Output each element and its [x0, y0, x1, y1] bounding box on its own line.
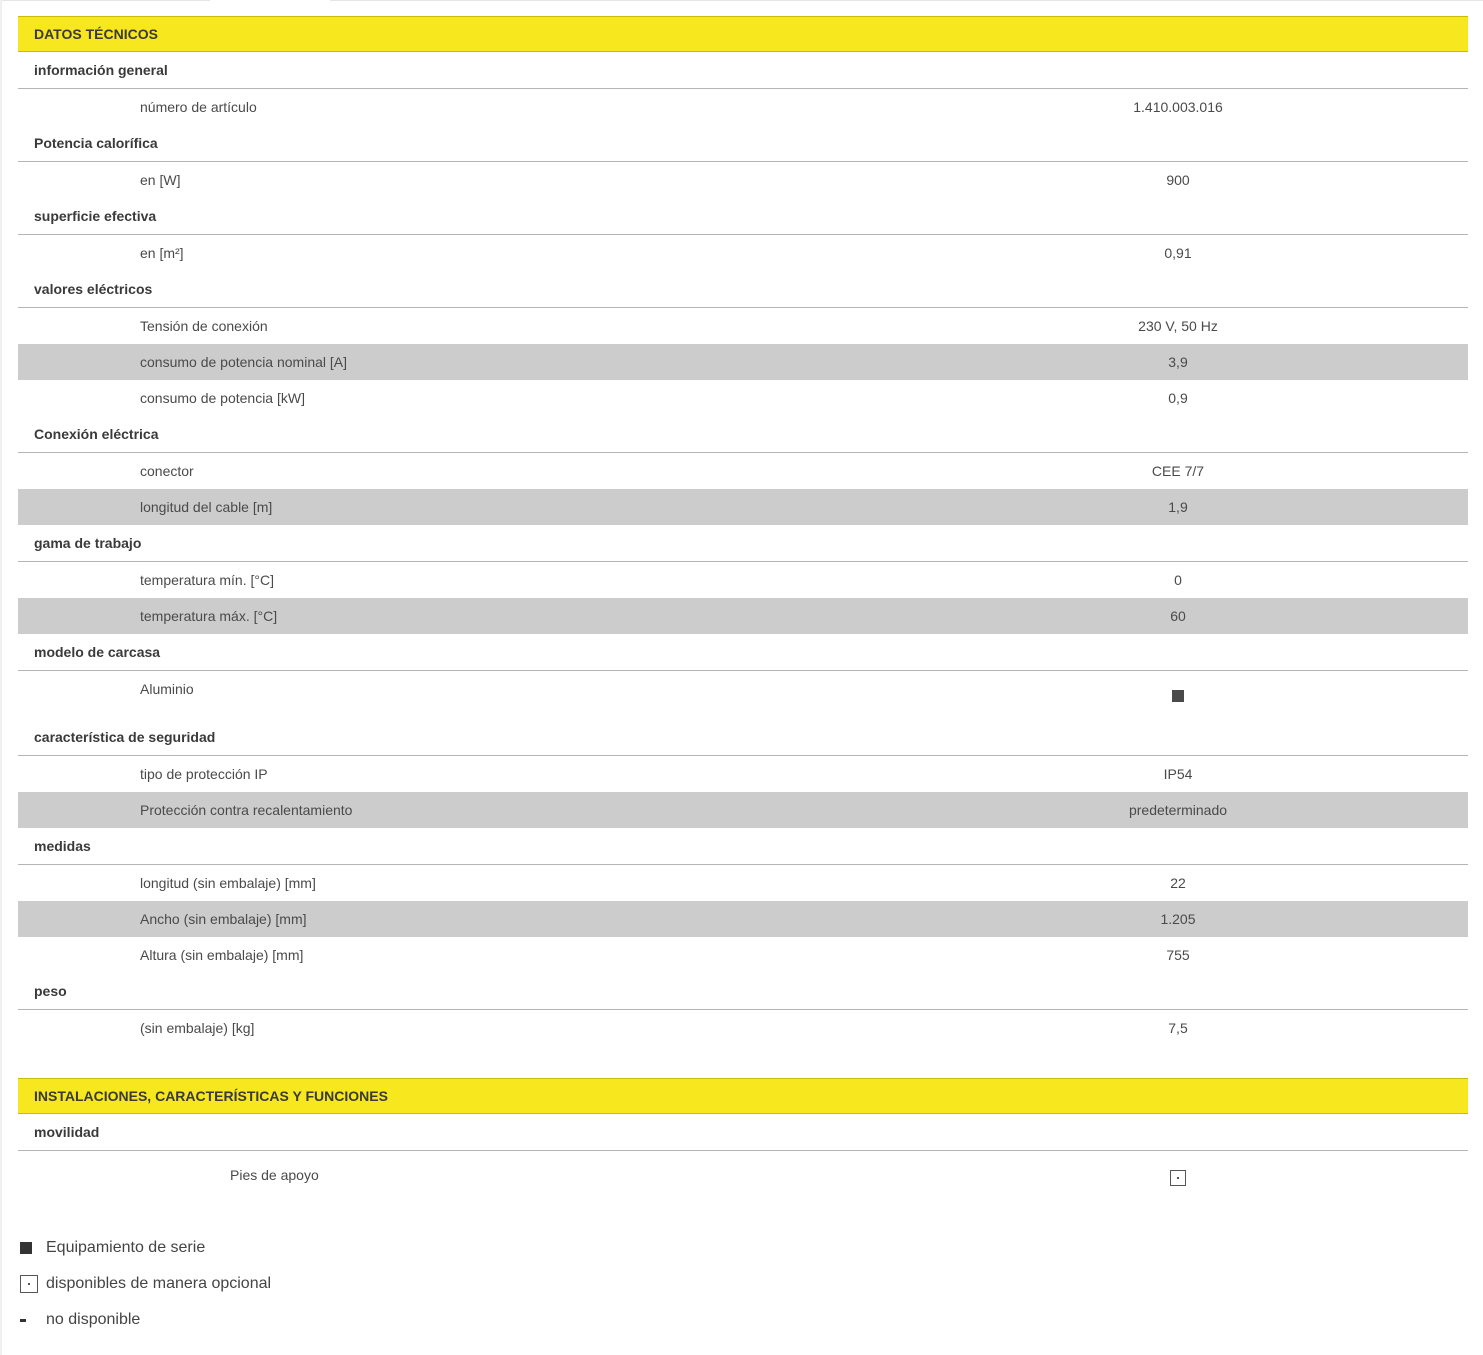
table-row: Aluminio — [18, 671, 1468, 719]
row-label: Pies de apoyo — [230, 1167, 319, 1183]
table-row: número de artículo 1.410.003.016 — [18, 89, 1468, 125]
row-value: CEE 7/7 — [1151, 463, 1205, 479]
section-title-working-range: gama de trabajo — [18, 525, 1468, 562]
section-title-general: información general — [18, 52, 1468, 89]
section-title-electrical-connection: Conexión eléctrica — [18, 416, 1468, 453]
legend-item-optional: disponibles de manera opcional — [20, 1266, 271, 1302]
section-title-mobility: movilidad — [18, 1114, 1468, 1151]
table-row: consumo de potencia [kW] 0,9 — [18, 380, 1468, 416]
row-value: 7,5 — [1168, 1020, 1188, 1036]
left-border — [0, 0, 2, 1355]
table-row: temperatura máx. [°C] 60 — [18, 598, 1468, 634]
features-header: INSTALACIONES, CARACTERÍSTICAS Y FUNCION… — [18, 1078, 1468, 1114]
table-row: (sin embalaje) [kg] 7,5 — [18, 1010, 1468, 1046]
row-label: temperatura máx. [°C] — [140, 608, 278, 624]
row-label: Ancho (sin embalaje) [mm] — [140, 911, 307, 927]
legend-item-unavailable: no disponible — [20, 1302, 271, 1338]
table-row: en [W] 900 — [18, 162, 1468, 198]
row-label: Tensión de conexión — [140, 318, 268, 334]
row-label: longitud (sin embalaje) [mm] — [140, 875, 316, 891]
legend-label: disponibles de manera opcional — [46, 1275, 272, 1292]
table-row: longitud del cable [m] 1,9 — [18, 489, 1468, 525]
row-value: 900 — [1166, 172, 1190, 188]
row-value: 3,9 — [1168, 354, 1188, 370]
row-label: Aluminio — [140, 681, 194, 697]
row-value: 1.205 — [1160, 911, 1196, 927]
row-value: 1,9 — [1168, 499, 1188, 515]
row-label: conector — [140, 463, 194, 479]
row-value — [1078, 671, 1278, 719]
section-title-dimensions: medidas — [18, 828, 1468, 865]
tech-data-header: DATOS TÉCNICOS — [18, 16, 1468, 52]
features-table: INSTALACIONES, CARACTERÍSTICAS Y FUNCION… — [18, 1078, 1468, 1201]
standard-square-icon — [20, 1242, 32, 1254]
standard-square-icon — [1172, 690, 1184, 703]
optional-square-icon — [1170, 1170, 1186, 1187]
row-label: (sin embalaje) [kg] — [140, 1020, 255, 1036]
section-title-heat-output: Potencia calorífica — [18, 125, 1468, 162]
section-title-weight: peso — [18, 973, 1468, 1010]
row-label: consumo de potencia [kW] — [140, 390, 305, 406]
row-value: 0,91 — [1164, 245, 1192, 261]
table-row: conector CEE 7/7 — [18, 453, 1468, 489]
row-label: número de artículo — [140, 99, 257, 115]
row-value: 0,9 — [1168, 390, 1188, 406]
row-label: longitud del cable [m] — [140, 499, 273, 515]
row-value: 60 — [1170, 608, 1186, 624]
row-label: Altura (sin embalaje) [mm] — [140, 947, 304, 963]
table-row: consumo de potencia nominal [A] 3,9 — [18, 344, 1468, 380]
row-value: 230 V, 50 Hz — [1138, 318, 1218, 334]
table-row: Tensión de conexión 230 V, 50 Hz — [18, 308, 1468, 344]
section-title-electrical-values: valores eléctricos — [18, 271, 1468, 308]
table-row: tipo de protección IP IP54 — [18, 756, 1468, 792]
row-value: 755 — [1166, 947, 1190, 963]
legend: Equipamiento de serie disponibles de man… — [20, 1230, 271, 1338]
table-row: Pies de apoyo — [18, 1151, 1468, 1201]
tech-data-table: DATOS TÉCNICOS información general númer… — [18, 16, 1468, 1046]
legend-label: no disponible — [46, 1311, 141, 1328]
row-label: tipo de protección IP — [140, 766, 268, 782]
row-value: 1.410.003.016 — [1133, 99, 1223, 115]
row-value: 22 — [1170, 875, 1186, 891]
section-title-effective-area: superficie efectiva — [18, 198, 1468, 235]
row-label: Protección contra recalentamiento — [140, 802, 353, 818]
row-label: consumo de potencia nominal [A] — [140, 354, 348, 370]
row-label: en [W] — [140, 172, 181, 188]
section-title-safety-feature: característica de seguridad — [18, 719, 1468, 756]
table-row: temperatura mín. [°C] 0 — [18, 562, 1468, 598]
row-value — [1078, 1151, 1278, 1203]
dash-icon — [20, 1318, 26, 1322]
table-row: Altura (sin embalaje) [mm] 755 — [18, 937, 1468, 973]
table-row: longitud (sin embalaje) [mm] 22 — [18, 865, 1468, 901]
optional-square-icon — [20, 1275, 38, 1293]
table-row: Protección contra recalentamiento predet… — [18, 792, 1468, 828]
table-row: en [m²] 0,91 — [18, 235, 1468, 271]
row-value: predeterminado — [1128, 802, 1228, 818]
row-value: IP54 — [1163, 766, 1193, 782]
row-value: 0 — [1174, 572, 1182, 588]
section-title-housing-model: modelo de carcasa — [18, 634, 1468, 671]
top-border — [0, 0, 1483, 1]
row-label: temperatura mín. [°C] — [140, 572, 274, 588]
legend-item-standard: Equipamiento de serie — [20, 1230, 271, 1266]
legend-label: Equipamiento de serie — [46, 1239, 206, 1256]
row-label: en [m²] — [140, 245, 184, 261]
table-row: Ancho (sin embalaje) [mm] 1.205 — [18, 901, 1468, 937]
